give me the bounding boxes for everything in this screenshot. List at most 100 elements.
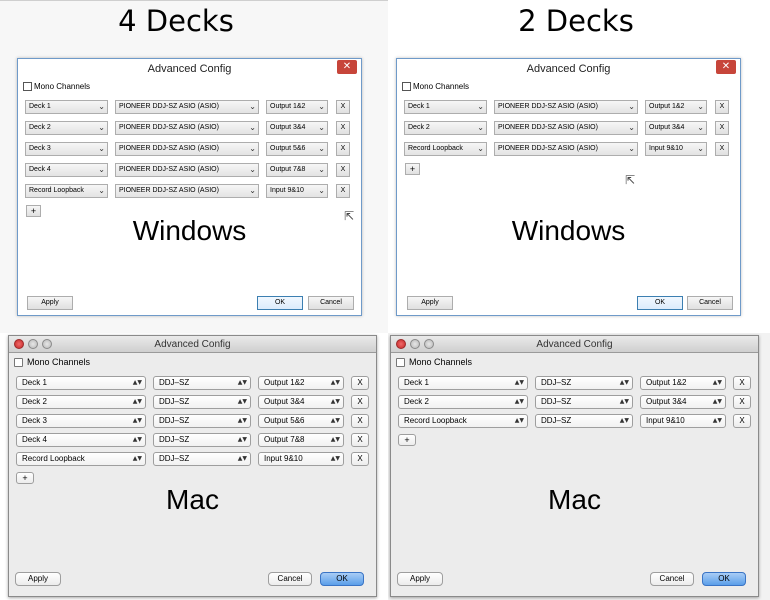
deck-select[interactable]: Deck 1 ⌄ — [25, 100, 108, 114]
deck-select[interactable]: Deck 4 ⌄ — [25, 163, 108, 177]
device-select[interactable]: PIONEER DDJ-SZ ASIO (ASIO) ⌄ — [494, 142, 638, 156]
channel-select[interactable]: Input 9&10 ▲▼ — [258, 452, 344, 466]
minimize-window-icon[interactable] — [410, 339, 420, 349]
channel-select[interactable]: Output 5&6 ⌄ — [266, 142, 328, 156]
remove-row-button[interactable]: X — [715, 100, 729, 114]
deck-select[interactable]: Deck 1 ⌄ — [404, 100, 487, 114]
minimize-window-icon[interactable] — [28, 339, 38, 349]
zoom-window-icon[interactable] — [42, 339, 52, 349]
device-select-value: DDJ–SZ — [159, 435, 190, 444]
deck-select[interactable]: Deck 1 ▲▼ — [398, 376, 528, 390]
deck-select[interactable]: Deck 2 ▲▼ — [16, 395, 146, 409]
cancel-button[interactable]: Cancel — [268, 572, 312, 586]
remove-row-button[interactable]: X — [336, 163, 350, 177]
remove-row-button[interactable]: X — [336, 142, 350, 156]
close-icon[interactable]: ✕ — [716, 60, 736, 74]
deck-select[interactable]: Deck 2 ⌄ — [25, 121, 108, 135]
device-select[interactable]: DDJ–SZ ▲▼ — [153, 376, 251, 390]
remove-row-button[interactable]: X — [336, 121, 350, 135]
ok-button[interactable]: OK — [257, 296, 303, 310]
device-select[interactable]: PIONEER DDJ-SZ ASIO (ASIO) ⌄ — [494, 121, 638, 135]
add-row-button[interactable]: + — [405, 163, 420, 175]
remove-row-button[interactable]: X — [351, 433, 369, 447]
mono-channels-checkbox[interactable]: Mono Channels — [23, 82, 90, 91]
deck-select[interactable]: Record Loopback ⌄ — [25, 184, 108, 198]
apply-button[interactable]: Apply — [397, 572, 443, 586]
deck-select[interactable]: Deck 2 ⌄ — [404, 121, 487, 135]
device-select[interactable]: DDJ–SZ ▲▼ — [535, 414, 633, 428]
deck-select-value: Deck 4 — [29, 166, 51, 173]
device-select-value: DDJ–SZ — [159, 397, 190, 406]
deck-select[interactable]: Record Loopback ▲▼ — [398, 414, 528, 428]
remove-row-button[interactable]: X — [715, 142, 729, 156]
channel-select[interactable]: Output 5&6 ▲▼ — [258, 414, 344, 428]
channel-select-value: Output 3&4 — [264, 397, 305, 406]
channel-select[interactable]: Output 1&2 ⌄ — [266, 100, 328, 114]
channel-select[interactable]: Output 1&2 ⌄ — [645, 100, 707, 114]
remove-row-button[interactable]: X — [351, 376, 369, 390]
close-icon[interactable]: ✕ — [337, 60, 357, 74]
channel-select-value: Input 9&10 — [649, 145, 683, 152]
remove-row-button[interactable]: X — [351, 452, 369, 466]
apply-button[interactable]: Apply — [27, 296, 73, 310]
deck-select-value: Deck 3 — [29, 145, 51, 152]
remove-row-button[interactable]: X — [733, 395, 751, 409]
deck-select[interactable]: Deck 4 ▲▼ — [16, 433, 146, 447]
remove-row-button[interactable]: X — [336, 100, 350, 114]
zoom-window-icon[interactable] — [424, 339, 434, 349]
deck-select[interactable]: Deck 1 ▲▼ — [16, 376, 146, 390]
deck-select[interactable]: Record Loopback ⌄ — [404, 142, 487, 156]
channel-select[interactable]: Output 3&4 ⌄ — [266, 121, 328, 135]
ok-button[interactable]: OK — [702, 572, 746, 586]
device-select[interactable]: DDJ–SZ ▲▼ — [153, 433, 251, 447]
add-row-button[interactable]: + — [16, 472, 34, 484]
deck-select[interactable]: Deck 3 ▲▼ — [16, 414, 146, 428]
device-select[interactable]: PIONEER DDJ-SZ ASIO (ASIO) ⌄ — [494, 100, 638, 114]
remove-row-button[interactable]: X — [733, 376, 751, 390]
close-window-icon[interactable] — [396, 339, 406, 349]
ok-button[interactable]: OK — [320, 572, 364, 586]
device-select[interactable]: PIONEER DDJ-SZ ASIO (ASIO) ⌄ — [115, 184, 259, 198]
chevron-down-icon: ⌄ — [477, 123, 484, 132]
device-select[interactable]: DDJ–SZ ▲▼ — [153, 395, 251, 409]
mono-channels-checkbox[interactable]: Mono Channels — [396, 357, 472, 367]
channel-select[interactable]: Input 9&10 ⌄ — [645, 142, 707, 156]
platform-label: Windows — [132, 215, 247, 246]
deck-select[interactable]: Deck 3 ⌄ — [25, 142, 108, 156]
device-select[interactable]: PIONEER DDJ-SZ ASIO (ASIO) ⌄ — [115, 163, 259, 177]
channel-select[interactable]: Input 9&10 ▲▼ — [640, 414, 726, 428]
close-window-icon[interactable] — [14, 339, 24, 349]
cancel-button[interactable]: Cancel — [650, 572, 694, 586]
add-row-button[interactable]: + — [398, 434, 416, 446]
device-select-value: DDJ–SZ — [541, 378, 572, 387]
remove-row-button[interactable]: X — [336, 184, 350, 198]
channel-select[interactable]: Input 9&10 ⌄ — [266, 184, 328, 198]
remove-row-button[interactable]: X — [733, 414, 751, 428]
apply-button[interactable]: Apply — [15, 572, 61, 586]
device-select[interactable]: PIONEER DDJ-SZ ASIO (ASIO) ⌄ — [115, 100, 259, 114]
cancel-button[interactable]: Cancel — [687, 296, 733, 310]
channel-select[interactable]: Output 1&2 ▲▼ — [640, 376, 726, 390]
device-select[interactable]: PIONEER DDJ-SZ ASIO (ASIO) ⌄ — [115, 121, 259, 135]
ok-button[interactable]: OK — [637, 296, 683, 310]
remove-row-button[interactable]: X — [351, 395, 369, 409]
channel-select[interactable]: Output 7&8 ▲▼ — [258, 433, 344, 447]
deck-select[interactable]: Record Loopback ▲▼ — [16, 452, 146, 466]
channel-select[interactable]: Output 7&8 ⌄ — [266, 163, 328, 177]
mono-channels-checkbox[interactable]: Mono Channels — [402, 82, 469, 91]
channel-select[interactable]: Output 3&4 ▲▼ — [640, 395, 726, 409]
remove-row-button[interactable]: X — [351, 414, 369, 428]
deck-select[interactable]: Deck 2 ▲▼ — [398, 395, 528, 409]
remove-row-button[interactable]: X — [715, 121, 729, 135]
device-select[interactable]: DDJ–SZ ▲▼ — [535, 395, 633, 409]
cancel-button[interactable]: Cancel — [308, 296, 354, 310]
device-select[interactable]: DDJ–SZ ▲▼ — [153, 452, 251, 466]
device-select[interactable]: DDJ–SZ ▲▼ — [535, 376, 633, 390]
channel-select[interactable]: Output 1&2 ▲▼ — [258, 376, 344, 390]
mono-channels-checkbox[interactable]: Mono Channels — [14, 357, 90, 367]
channel-select[interactable]: Output 3&4 ▲▼ — [258, 395, 344, 409]
channel-select[interactable]: Output 3&4 ⌄ — [645, 121, 707, 135]
apply-button[interactable]: Apply — [407, 296, 453, 310]
device-select[interactable]: DDJ–SZ ▲▼ — [153, 414, 251, 428]
device-select[interactable]: PIONEER DDJ-SZ ASIO (ASIO) ⌄ — [115, 142, 259, 156]
